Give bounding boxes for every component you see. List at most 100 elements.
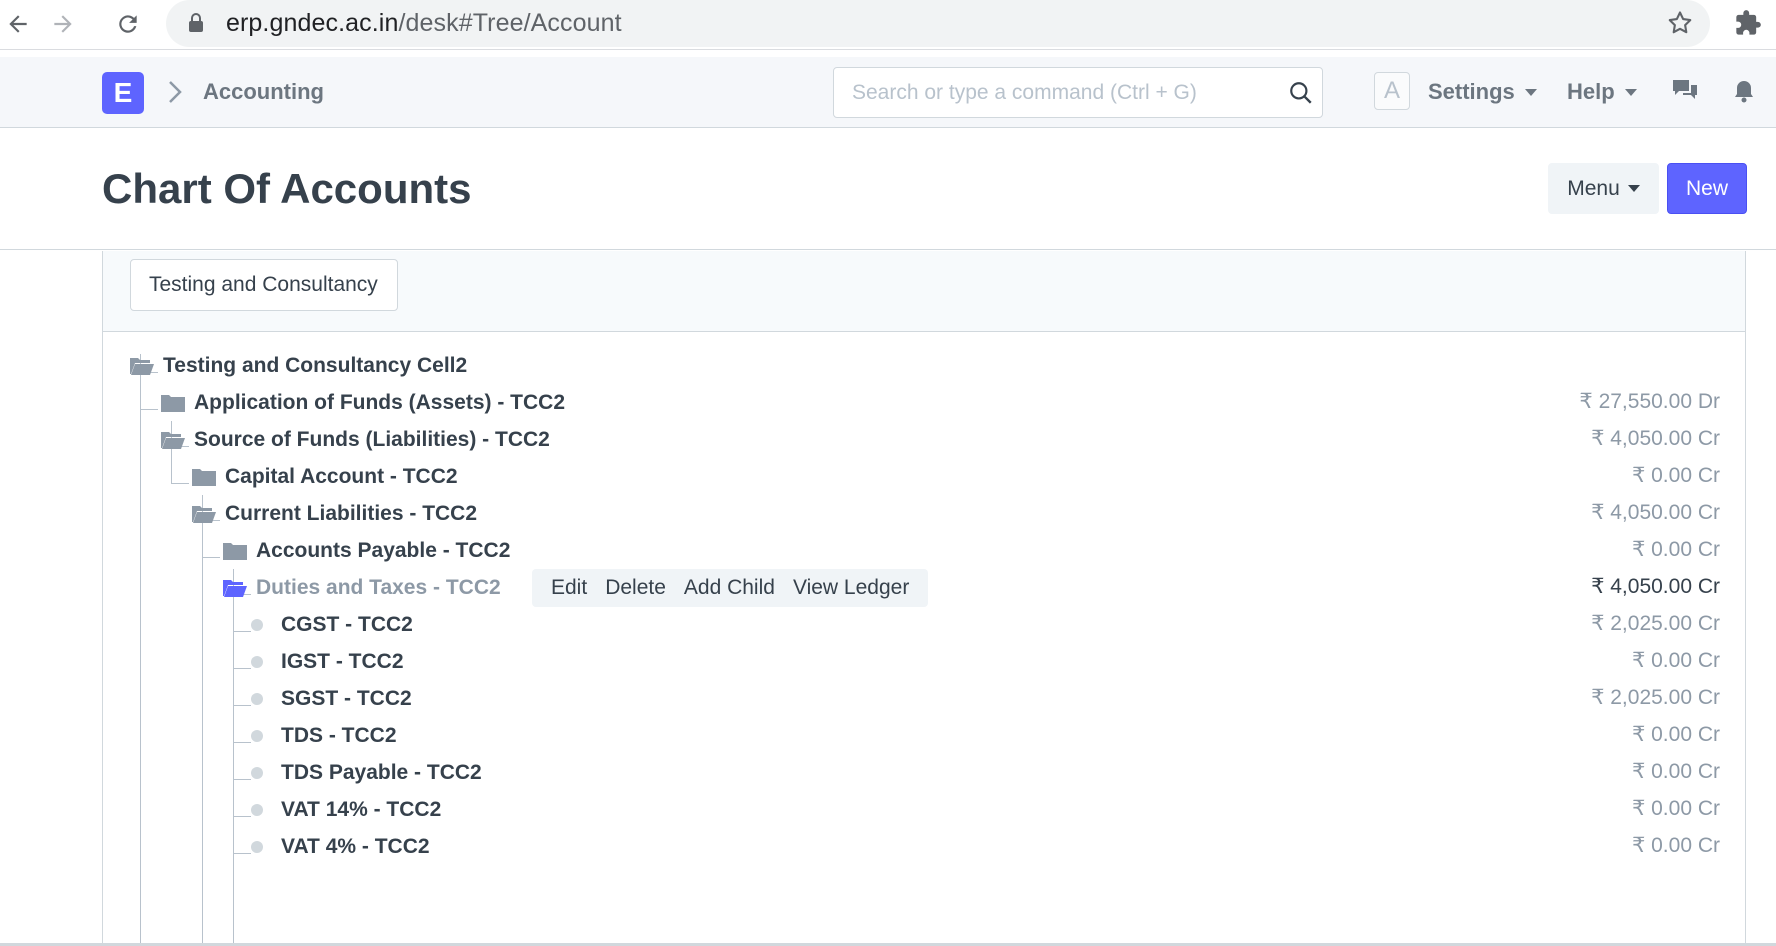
search-input[interactable] <box>834 68 1274 117</box>
account-balance: ₹ 4,050.00 Cr <box>1591 501 1720 524</box>
leaf-dot-icon <box>251 804 263 816</box>
chat-icon[interactable] <box>1671 78 1699 107</box>
tree-node-label: SGST - TCC2 <box>281 687 412 710</box>
app-navbar: E Accounting A Settings Help <box>0 57 1776 128</box>
tree-connector <box>140 354 141 946</box>
tree-node-label: VAT 4% - TCC2 <box>281 835 430 858</box>
leaf-dot-icon <box>251 693 263 705</box>
tree-node-assets[interactable]: Application of Funds (Assets) - TCC2 <box>160 383 565 423</box>
chevron-right-icon <box>166 79 184 110</box>
tree-node-sgst[interactable]: SGST - TCC2 <box>246 679 412 719</box>
search-icon[interactable] <box>1288 80 1314 111</box>
settings-dropdown[interactable]: Settings <box>1428 79 1537 105</box>
leaf-dot-icon <box>251 841 263 853</box>
tree-node-capital-account[interactable]: Capital Account - TCC2 <box>191 457 458 497</box>
folder-open-icon <box>130 358 154 375</box>
forward-icon[interactable] <box>45 6 81 42</box>
account-balance: ₹ 0.00 Cr <box>1631 760 1720 783</box>
folder-open-icon <box>192 506 216 523</box>
caret-down-icon <box>1627 185 1640 192</box>
new-button[interactable]: New <box>1667 163 1747 214</box>
leaf-dot-icon <box>251 730 263 742</box>
awesomebar <box>833 67 1323 118</box>
tree-node-label: TDS Payable - TCC2 <box>281 761 482 784</box>
menu-button[interactable]: Menu <box>1548 163 1659 214</box>
tree-node-label: TDS - TCC2 <box>281 724 397 747</box>
account-balance: ₹ 0.00 Cr <box>1631 649 1720 672</box>
tree-node-tds-payable[interactable]: TDS Payable - TCC2 <box>246 753 482 793</box>
account-balance: ₹ 0.00 Cr <box>1631 538 1720 561</box>
account-balance: ₹ 0.00 Cr <box>1631 464 1720 487</box>
folder-open-icon <box>223 580 247 597</box>
page-head: Chart Of Accounts Menu New <box>0 129 1776 250</box>
account-balance: ₹ 0.00 Cr <box>1631 723 1720 746</box>
account-balance: ₹ 2,025.00 Cr <box>1591 686 1720 709</box>
tree-node-vat-14[interactable]: VAT 14% - TCC2 <box>246 790 441 830</box>
tree-node-tds[interactable]: TDS - TCC2 <box>246 716 397 756</box>
account-balance: ₹ 2,025.00 Cr <box>1591 612 1720 635</box>
extensions-icon[interactable] <box>1734 9 1762 42</box>
account-balance: ₹ 4,050.00 Cr <box>1591 427 1720 450</box>
address-bar[interactable]: erp.gndec.ac.in/desk#Tree/Account <box>166 0 1710 47</box>
tree-node-label: CGST - TCC2 <box>281 613 413 636</box>
account-balance: ₹ 4,050.00 Cr <box>1591 575 1720 598</box>
tree-node-label: Current Liabilities - TCC2 <box>225 502 478 525</box>
tree-layout: Testing and Consultancy Testing and Cons… <box>102 251 1746 946</box>
tree-node-liabilities[interactable]: Source of Funds (Liabilities) - TCC2 <box>160 420 550 460</box>
tree-node-label: Capital Account - TCC2 <box>225 465 458 488</box>
tree-connector <box>171 483 189 484</box>
breadcrumb-accounting[interactable]: Accounting <box>203 79 324 105</box>
folder-icon <box>223 543 247 560</box>
folder-icon <box>161 395 185 412</box>
lock-icon <box>188 13 204 38</box>
browser-toolbar: erp.gndec.ac.in/desk#Tree/Account <box>0 0 1776 50</box>
tree-node-root[interactable]: Testing and Consultancy Cell2 <box>129 346 467 386</box>
tree-connector <box>140 409 158 410</box>
help-label: Help <box>1567 79 1615 104</box>
folder-open-icon <box>161 432 185 449</box>
bookmark-star-icon[interactable] <box>1666 9 1694 42</box>
account-balance: ₹ 27,550.00 Dr <box>1579 390 1720 413</box>
caret-down-icon <box>1624 88 1637 96</box>
url-text: erp.gndec.ac.in/desk#Tree/Account <box>226 9 622 37</box>
tree-node-label: Testing and Consultancy Cell2 <box>163 354 468 377</box>
help-dropdown[interactable]: Help <box>1567 79 1637 105</box>
tree-node-igst[interactable]: IGST - TCC2 <box>246 642 404 682</box>
tree-node-current-liabilities[interactable]: Current Liabilities - TCC2 <box>191 494 477 534</box>
tree-node-label: VAT 14% - TCC2 <box>281 798 442 821</box>
tree-connector <box>202 557 220 558</box>
node-toolbar: Edit Delete Add Child View Ledger <box>532 569 929 607</box>
reload-icon[interactable] <box>110 6 146 42</box>
leaf-dot-icon <box>251 767 263 779</box>
tree-node-accounts-payable[interactable]: Accounts Payable - TCC2 <box>222 531 510 571</box>
tree-node-label: IGST - TCC2 <box>281 650 404 673</box>
leaf-dot-icon <box>251 619 263 631</box>
tree-node-label: Source of Funds (Liabilities) - TCC2 <box>194 428 550 451</box>
caret-down-icon <box>1524 88 1537 96</box>
back-icon[interactable] <box>0 6 36 42</box>
app-logo[interactable]: E <box>102 72 144 114</box>
view-ledger-button[interactable]: View Ledger <box>784 576 918 600</box>
edit-button[interactable]: Edit <box>542 576 596 600</box>
company-filter[interactable]: Testing and Consultancy <box>130 259 398 311</box>
add-child-button[interactable]: Add Child <box>675 576 784 600</box>
page-title: Chart Of Accounts <box>102 165 472 212</box>
tree-node-label: Duties and Taxes - TCC2 <box>256 576 501 599</box>
folder-icon <box>192 469 216 486</box>
avatar[interactable]: A <box>1374 72 1410 110</box>
filter-area: Testing and Consultancy <box>103 251 1745 332</box>
bell-icon[interactable] <box>1733 79 1755 108</box>
tree-node-cgst[interactable]: CGST - TCC2 <box>246 605 413 645</box>
delete-button[interactable]: Delete <box>596 576 675 600</box>
tree-node-label: Application of Funds (Assets) - TCC2 <box>194 391 566 414</box>
tree-node-vat-4[interactable]: VAT 4% - TCC2 <box>246 827 430 867</box>
tree-node-label: Accounts Payable - TCC2 <box>256 539 511 562</box>
settings-label: Settings <box>1428 79 1515 104</box>
menu-label: Menu <box>1567 176 1620 200</box>
leaf-dot-icon <box>251 656 263 668</box>
tree-connector <box>202 495 203 946</box>
tree-node-duties-and-taxes[interactable]: Duties and Taxes - TCC2 <box>222 568 501 608</box>
account-balance: ₹ 0.00 Cr <box>1631 797 1720 820</box>
account-balance: ₹ 0.00 Cr <box>1631 834 1720 857</box>
tree-connector <box>233 569 234 946</box>
